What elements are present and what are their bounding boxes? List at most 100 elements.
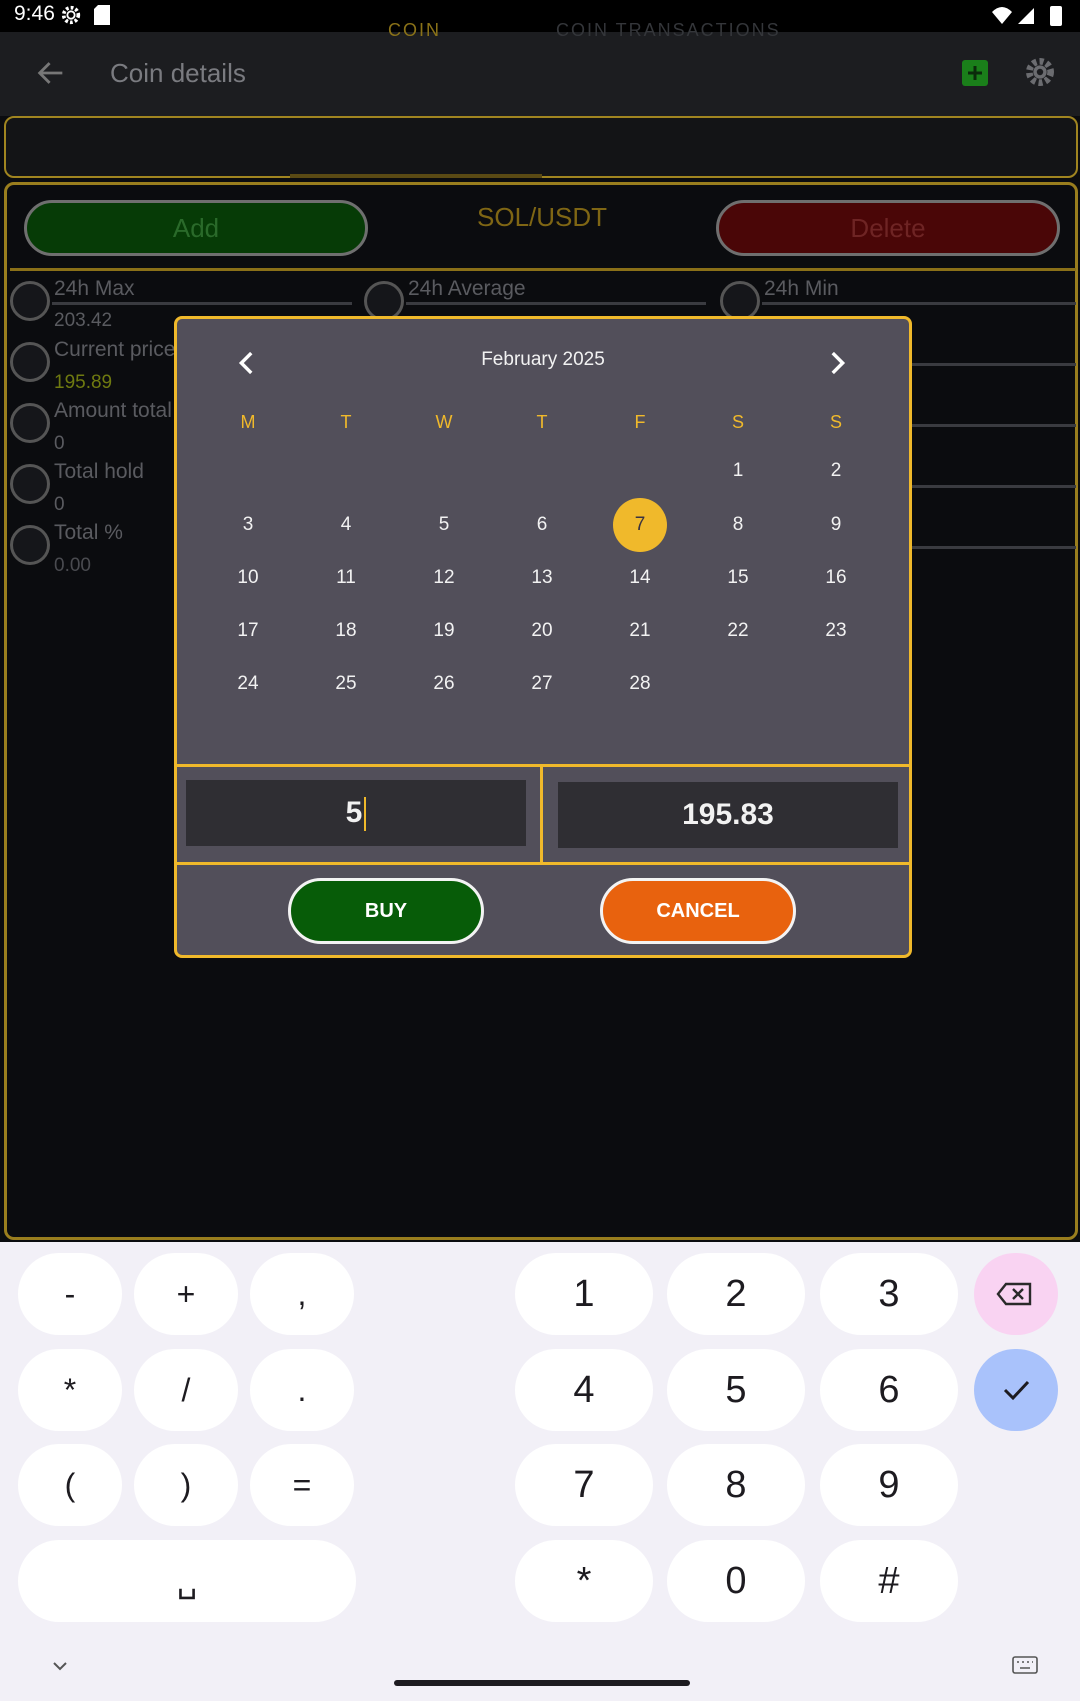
shuffle-icon (364, 281, 404, 321)
calendar-day[interactable]: 6 (515, 498, 569, 552)
weekday-label: T (340, 412, 352, 432)
divider (910, 546, 1076, 549)
tab-coin-transactions[interactable]: COIN TRANSACTIONS (556, 20, 781, 41)
calendar-day[interactable]: 24 (221, 657, 275, 711)
stat-total-percent-label: Total % (54, 521, 123, 544)
settings-gear-icon[interactable] (1024, 56, 1056, 88)
amount-input[interactable]: 5 (186, 780, 526, 846)
calendar-day[interactable]: 27 (515, 657, 569, 711)
calendar-day[interactable]: 2 (809, 444, 863, 498)
calendar-day-selected[interactable]: 7 (613, 498, 667, 552)
weekday-label: S (731, 412, 744, 432)
settings-notification-icon (61, 5, 81, 25)
calendar-day[interactable]: 17 (221, 604, 275, 658)
checkmark-icon (1003, 1380, 1030, 1401)
home-indicator[interactable] (394, 1680, 690, 1686)
divider (540, 767, 543, 863)
symbol-key[interactable]: * (18, 1349, 122, 1431)
chevron-left-icon[interactable] (230, 346, 264, 380)
symbol-key[interactable]: . (250, 1349, 354, 1431)
number-key[interactable]: 6 (820, 1349, 958, 1431)
symbol-key[interactable]: ) (134, 1444, 238, 1526)
calendar-day[interactable]: 8 (711, 498, 765, 552)
calendar-day[interactable]: 13 (515, 551, 569, 605)
keyboard-icon[interactable] (1012, 1656, 1038, 1674)
calendar-day[interactable]: 3 (221, 498, 275, 552)
stat-total-hold-label: Total hold (54, 460, 144, 483)
tab-coin[interactable]: COIN (388, 20, 441, 41)
symbol-key[interactable]: = (250, 1444, 354, 1526)
tab-indicator (290, 174, 542, 178)
number-key[interactable]: 8 (667, 1444, 805, 1526)
stat-24h-min-label: 24h Min (764, 277, 839, 300)
number-key[interactable]: 5 (667, 1349, 805, 1431)
backspace-icon (996, 1282, 1032, 1306)
chevron-right-icon[interactable] (820, 346, 854, 380)
stat-24h-average-label: 24h Average (408, 277, 526, 300)
symbol-key[interactable]: , (250, 1253, 354, 1335)
add-button[interactable]: Add (24, 200, 368, 256)
number-key[interactable]: 2 (667, 1253, 805, 1335)
calendar-day[interactable]: 15 (711, 551, 765, 605)
trend-down-icon (720, 281, 760, 321)
weekday-label: M (240, 412, 256, 432)
number-key[interactable]: 0 (667, 1540, 805, 1622)
delete-button[interactable]: Delete (716, 200, 1060, 256)
back-arrow-icon[interactable] (34, 56, 68, 90)
number-key[interactable]: # (820, 1540, 958, 1622)
weekday-label: W (435, 412, 453, 432)
stat-total-percent-value: 0.00 (54, 555, 91, 576)
calendar-day[interactable]: 21 (613, 604, 667, 658)
stat-24h-max-label: 24h Max (54, 277, 135, 300)
add-square-icon[interactable] (962, 60, 988, 86)
calendar-day[interactable]: 26 (417, 657, 471, 711)
price-input[interactable]: 195.83 (558, 782, 898, 848)
calendar-day[interactable]: 12 (417, 551, 471, 605)
done-key[interactable] (974, 1349, 1058, 1431)
stat-current-price-label: Current price (54, 338, 176, 361)
number-key[interactable]: 4 (515, 1349, 653, 1431)
weekday-label: F (634, 412, 646, 432)
calendar-day[interactable]: 14 (613, 551, 667, 605)
divider (406, 302, 706, 305)
calendar-day[interactable]: 5 (417, 498, 471, 552)
calendar-day[interactable]: 28 (613, 657, 667, 711)
calendar-day[interactable]: 25 (319, 657, 373, 711)
amount-input-value: 5 (345, 796, 363, 829)
symbol-key[interactable]: - (18, 1253, 122, 1335)
number-key[interactable]: 3 (820, 1253, 958, 1335)
calendar-day[interactable]: 18 (319, 604, 373, 658)
calendar-day[interactable]: 23 (809, 604, 863, 658)
symbol-key[interactable]: ( (18, 1444, 122, 1526)
top-app-bar: Coin details (0, 32, 1080, 116)
calendar-day[interactable]: 11 (319, 551, 373, 605)
symbol-key[interactable]: + (134, 1253, 238, 1335)
number-key[interactable]: 7 (515, 1444, 653, 1526)
number-key[interactable]: 1 (515, 1253, 653, 1335)
divider (177, 764, 909, 767)
divider (910, 485, 1076, 488)
space-key[interactable]: ␣ (18, 1540, 356, 1622)
number-key[interactable]: * (515, 1540, 653, 1622)
number-key[interactable]: 9 (820, 1444, 958, 1526)
calendar-day[interactable]: 22 (711, 604, 765, 658)
divider (910, 363, 1076, 366)
calendar-day[interactable]: 20 (515, 604, 569, 658)
stat-current-price-value: 195.89 (54, 372, 113, 393)
divider (10, 268, 1076, 271)
buy-button[interactable]: BUY (288, 878, 484, 944)
cancel-button[interactable]: CANCEL (600, 878, 796, 944)
calendar-day[interactable]: 9 (809, 498, 863, 552)
backspace-key[interactable] (974, 1253, 1058, 1335)
stat-amount-total-value: 0 (54, 433, 65, 454)
calendar-month-title: February 2025 (481, 349, 605, 370)
calendar-day[interactable]: 19 (417, 604, 471, 658)
calendar-day[interactable]: 10 (221, 551, 275, 605)
chevron-down-icon[interactable] (48, 1654, 72, 1678)
calendar-day[interactable]: 1 (711, 444, 765, 498)
sd-card-icon (94, 5, 110, 25)
calendar-day[interactable]: 4 (319, 498, 373, 552)
symbol-key[interactable]: / (134, 1349, 238, 1431)
tab-bar (4, 116, 1078, 178)
calendar-day[interactable]: 16 (809, 551, 863, 605)
